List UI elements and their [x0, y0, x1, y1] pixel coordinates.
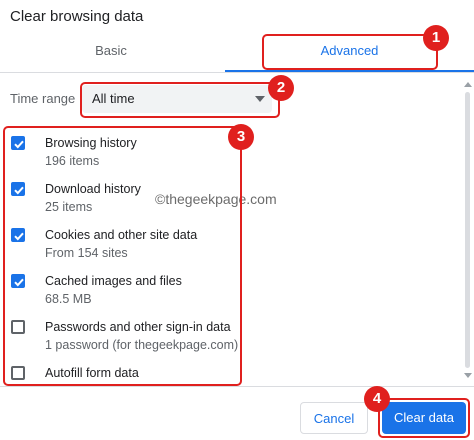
- annotation-badge: 4: [364, 386, 390, 412]
- annotation-badge: 2: [268, 75, 294, 101]
- time-range-label: Time range: [10, 91, 76, 106]
- scrollbar[interactable]: [464, 82, 472, 378]
- annotation-box-clear-data: [378, 398, 470, 438]
- annotation-box-advanced: [262, 34, 438, 70]
- annotation-badge: 3: [228, 124, 254, 150]
- annotation-box-time-range: [80, 82, 280, 118]
- dialog-title: Clear browsing data: [10, 8, 144, 25]
- cancel-button[interactable]: Cancel: [300, 402, 368, 434]
- clear-browsing-data-dialog: Clear browsing data Basic Advanced Time …: [0, 0, 474, 440]
- scroll-down-arrow-icon[interactable]: [464, 373, 472, 378]
- footer-divider: [0, 386, 474, 387]
- annotation-box-checkboxes: [3, 126, 242, 386]
- annotation-badge: 1: [423, 25, 449, 51]
- tab-selected-indicator: [225, 70, 474, 72]
- scroll-up-arrow-icon[interactable]: [464, 82, 472, 87]
- scroll-thumb[interactable]: [465, 92, 470, 368]
- tab-basic[interactable]: Basic: [0, 30, 222, 72]
